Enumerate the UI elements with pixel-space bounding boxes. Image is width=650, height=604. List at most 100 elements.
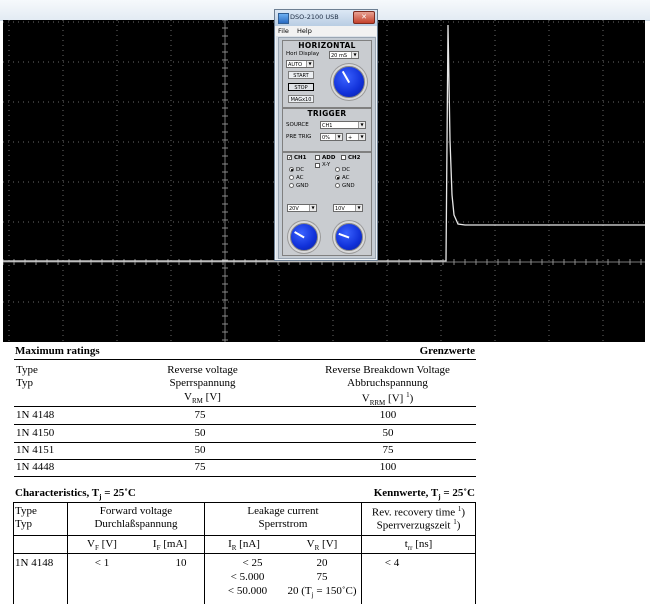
- leakage-current-header: Leakage current: [247, 505, 319, 517]
- ch2-checkbox[interactable]: [341, 155, 346, 160]
- knob-indicator: [338, 233, 350, 239]
- mode-select[interactable]: AUTO ▼: [286, 60, 314, 68]
- typ-header: Typ: [15, 518, 32, 530]
- ch2-ac-radio[interactable]: [335, 175, 340, 180]
- xy-checkbox[interactable]: [315, 163, 320, 168]
- knob-indicator: [294, 231, 305, 239]
- row-type: 1N 4148: [16, 409, 55, 421]
- typ-header: Typ: [16, 377, 33, 389]
- ch2-dc-label: DC: [342, 167, 351, 173]
- magx10-button[interactable]: MAGx10: [288, 95, 314, 103]
- ch1-ac-radio[interactable]: [289, 175, 294, 180]
- app-icon: [278, 13, 289, 24]
- rule: [14, 424, 476, 425]
- ch1-ac-label: AC: [296, 175, 304, 181]
- title-bar[interactable]: DSO-2100 USB ✕: [275, 10, 377, 26]
- close-button[interactable]: ✕: [353, 11, 375, 24]
- hori-display-label: Hori Display: [286, 51, 320, 57]
- rule: [14, 406, 476, 407]
- max-ratings-title: Maximum ratings: [15, 345, 100, 357]
- ch1-volts-knob[interactable]: [290, 223, 318, 251]
- sperrstrom-header: Sperrstrom: [258, 518, 308, 530]
- row-vrrm: 100: [379, 409, 397, 421]
- sperrverzug-header: Sperrverzugszeit 1): [376, 518, 461, 532]
- ch2-ac-label: AC: [342, 175, 350, 181]
- rule: [13, 535, 476, 536]
- rule: [13, 553, 476, 554]
- chevron-down-icon: ▼: [351, 52, 358, 58]
- row-vrm: 50: [194, 427, 206, 439]
- row-ir-3: < 50.000: [227, 585, 268, 597]
- row-vrm: 75: [194, 461, 206, 473]
- knob-indicator: [341, 71, 350, 84]
- rule: [13, 502, 476, 503]
- ch2-label: CH2: [348, 155, 361, 161]
- time-base-knob[interactable]: [333, 66, 365, 98]
- abbruchspannung-header: Abbruchspannung: [347, 377, 428, 389]
- trigger-slope-select[interactable]: + ▼: [346, 133, 366, 141]
- row-type: 1N 4150: [16, 427, 55, 439]
- vrm-unit-header: VRM [V]: [184, 391, 221, 406]
- add-checkbox[interactable]: [315, 155, 320, 160]
- horizontal-title: HORIZONTAL: [298, 41, 356, 50]
- pre-trig-label: PRE TRIG: [286, 134, 312, 140]
- ch2-volts-knob[interactable]: [335, 223, 363, 251]
- kennwerte-title: Kennwerte, Tj = 25˚C: [373, 487, 475, 502]
- chevron-down-icon: ▼: [355, 205, 362, 211]
- if-header: IF [mA]: [152, 538, 188, 553]
- start-button[interactable]: START: [288, 71, 314, 79]
- row-vrm: 50: [194, 444, 206, 456]
- row-trr: < 4: [384, 557, 400, 569]
- durchlass-header: Durchlaßspannung: [94, 518, 178, 530]
- breakdown-voltage-header: Reverse Breakdown Voltage: [325, 364, 450, 376]
- menu-help[interactable]: Help: [297, 27, 312, 35]
- rule: [13, 502, 14, 604]
- row-vrrm: 75: [382, 444, 394, 456]
- row-type: 1N 4151: [16, 444, 55, 456]
- ch2-gnd-label: GND: [342, 183, 355, 189]
- trigger-title: TRIGGER: [307, 109, 347, 118]
- ch1-checkbox[interactable]: ✓: [287, 155, 292, 161]
- chevron-down-icon: ▼: [335, 134, 342, 140]
- characteristics-title: Characteristics, Tj = 25˚C: [15, 487, 136, 502]
- row-vr-1: 20: [316, 557, 328, 569]
- row-vr-3: 20 (Tj = 150˚C): [287, 585, 357, 600]
- ch2-volts-select[interactable]: 10V ▼: [333, 204, 363, 212]
- ch1-label: CH1: [294, 155, 307, 161]
- xy-label: X-Y: [322, 162, 331, 168]
- rule: [475, 502, 476, 604]
- chevron-down-icon: ▼: [309, 205, 316, 211]
- pre-trig-select[interactable]: 0% ▼: [320, 133, 343, 141]
- rule: [14, 359, 476, 360]
- row-vrrm: 100: [379, 461, 397, 473]
- vr-header: VR [V]: [306, 538, 338, 553]
- rule: [14, 459, 476, 460]
- ch2-gnd-radio[interactable]: [335, 183, 340, 188]
- dso-control-window[interactable]: DSO-2100 USB ✕ File Help HORIZONTAL Hori…: [274, 9, 378, 261]
- source-label: SOURCE: [286, 122, 309, 128]
- vf-header: VF [V]: [87, 538, 117, 553]
- row-vr-2: 75: [316, 571, 328, 583]
- rule: [14, 476, 476, 477]
- type-header: Type: [16, 364, 38, 376]
- menu-bar: File Help: [275, 26, 377, 36]
- add-label: ADD: [322, 155, 336, 161]
- recovery-time-header: Rev. recovery time 1): [371, 505, 466, 519]
- ch1-volts-select[interactable]: 20V ▼: [287, 204, 317, 212]
- trr-header: trr [ns]: [404, 538, 433, 553]
- row-type: 1N 4148: [15, 557, 54, 569]
- ch1-dc-label: DC: [296, 167, 305, 173]
- channels-section: ✓ CH1 ADD CH2 X-Y DC AC GND DC AC GND 20…: [282, 152, 372, 256]
- hori-display-select[interactable]: 20 mS ▼: [329, 51, 359, 59]
- ch2-dc-radio[interactable]: [335, 167, 340, 172]
- menu-file[interactable]: File: [278, 27, 289, 35]
- ch1-gnd-radio[interactable]: [289, 183, 294, 188]
- row-vf: < 1: [94, 557, 110, 569]
- type-header: Type: [15, 505, 37, 517]
- trigger-source-select[interactable]: CH1 ▼: [320, 121, 366, 129]
- reverse-voltage-header: Reverse voltage: [167, 364, 238, 376]
- ch1-dc-radio[interactable]: [289, 167, 294, 172]
- stop-button[interactable]: STOP: [288, 83, 314, 91]
- forward-voltage-header: Forward voltage: [99, 505, 173, 517]
- row-vrm: 75: [194, 409, 206, 421]
